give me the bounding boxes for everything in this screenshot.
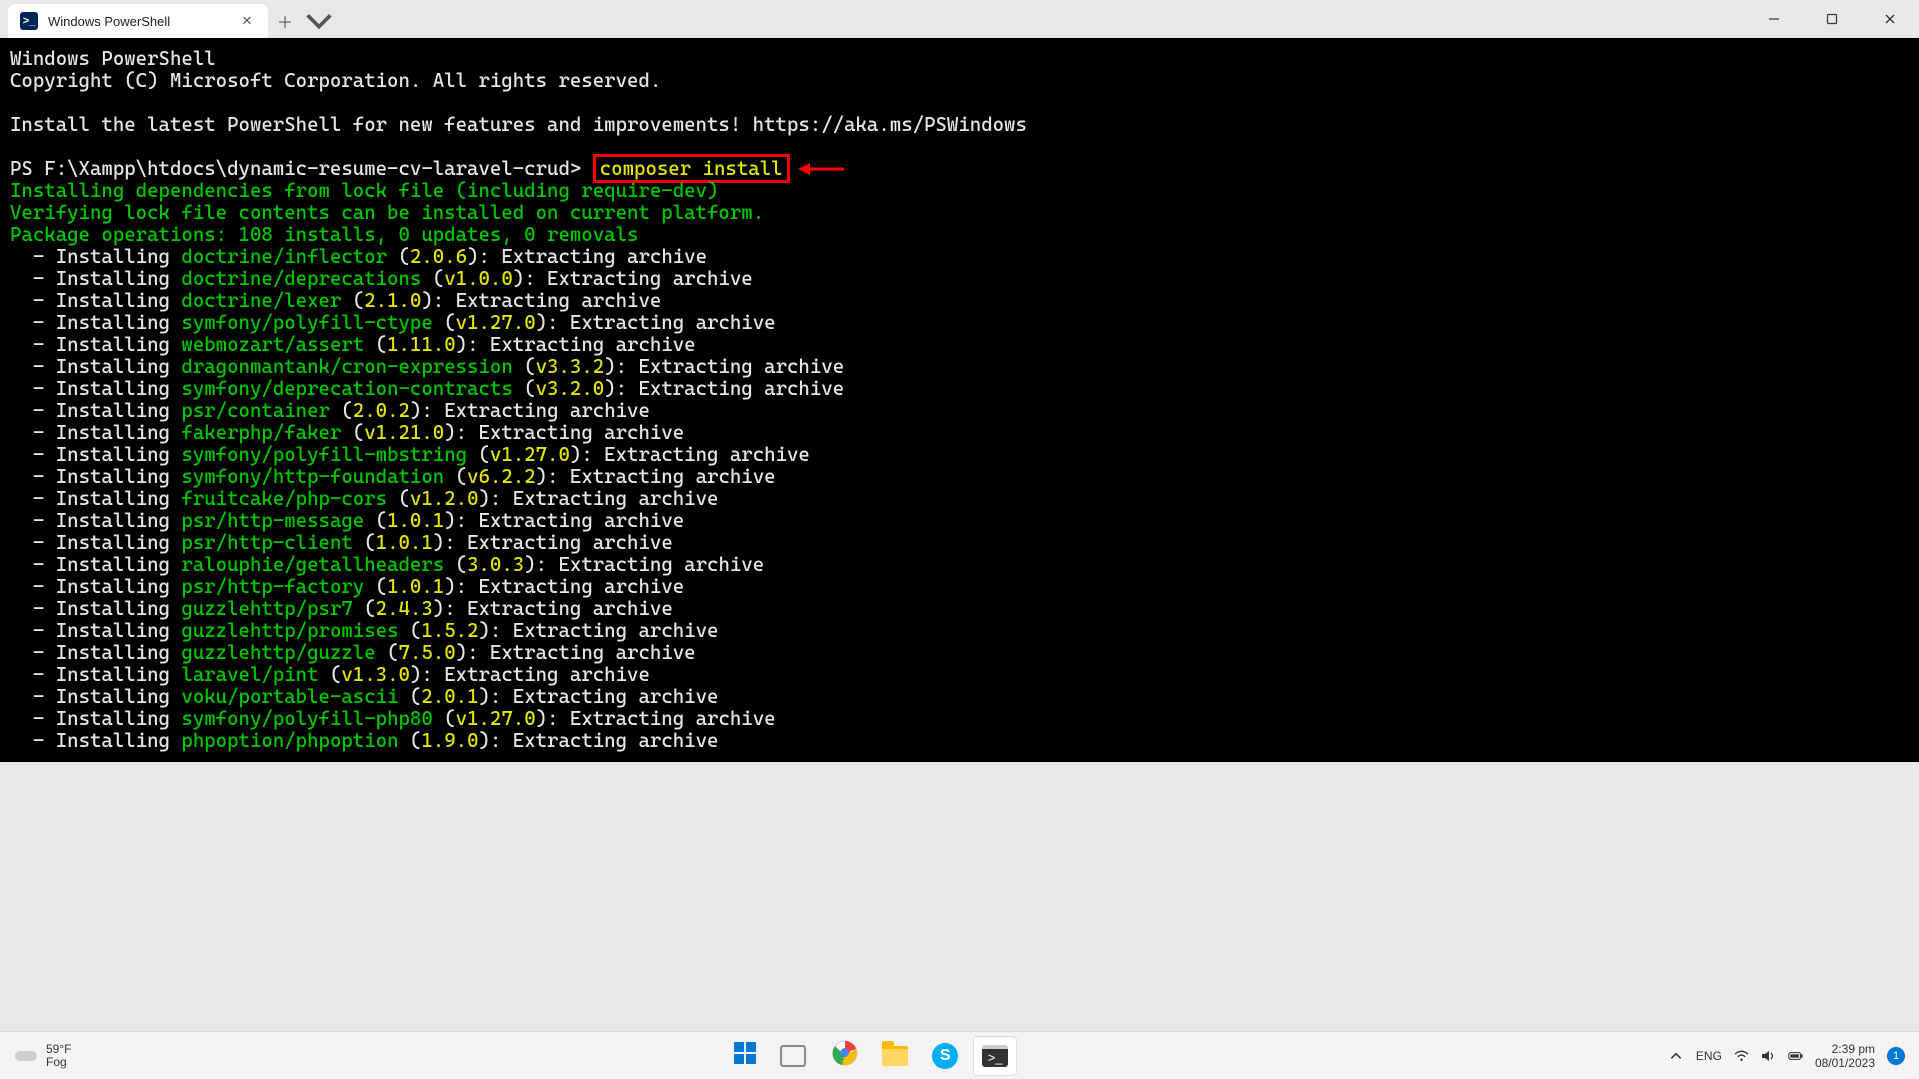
tray-chevron-icon[interactable] bbox=[1669, 1049, 1684, 1062]
ps-header-line1: Windows PowerShell bbox=[10, 47, 216, 70]
status-line-1: Installing dependencies from lock file (… bbox=[10, 179, 718, 202]
language-indicator[interactable]: ENG bbox=[1696, 1049, 1722, 1063]
file-explorer-app[interactable] bbox=[873, 1036, 917, 1076]
windows-taskbar: 59°F Fog S >_ E bbox=[0, 1031, 1919, 1079]
weather-temp: 59°F bbox=[46, 1043, 71, 1056]
package-install-list: - Installing doctrine/inflector (2.0.6):… bbox=[10, 246, 1909, 752]
tab-close-button[interactable]: ✕ bbox=[238, 12, 256, 30]
minimize-button[interactable] bbox=[1745, 0, 1803, 38]
tab-title: Windows PowerShell bbox=[48, 14, 228, 29]
new-tab-button[interactable]: ＋ bbox=[268, 4, 302, 38]
taskview-icon bbox=[784, 1047, 806, 1065]
annotation-arrow-icon bbox=[798, 160, 844, 182]
clock-time: 2:39 pm bbox=[1832, 1042, 1875, 1056]
battery-icon[interactable] bbox=[1788, 1049, 1803, 1062]
skype-icon: S bbox=[932, 1043, 958, 1069]
start-button[interactable] bbox=[723, 1036, 767, 1076]
clock-date: 08/01/2023 bbox=[1815, 1056, 1875, 1070]
fog-icon bbox=[14, 1047, 38, 1065]
chrome-app[interactable] bbox=[823, 1036, 867, 1076]
ps-header-line2: Copyright (C) Microsoft Corporation. All… bbox=[10, 69, 661, 92]
volume-icon[interactable] bbox=[1761, 1049, 1776, 1062]
maximize-button[interactable] bbox=[1803, 0, 1861, 38]
clock-widget[interactable]: 2:39 pm 08/01/2023 bbox=[1815, 1042, 1875, 1070]
status-line-3: Package operations: 108 installs, 0 upda… bbox=[10, 223, 638, 246]
weather-widget[interactable]: 59°F Fog bbox=[14, 1043, 71, 1069]
notification-badge[interactable]: 1 bbox=[1887, 1047, 1905, 1065]
chevron-down-icon bbox=[302, 4, 336, 38]
powershell-icon: >_ bbox=[20, 12, 38, 30]
wifi-icon[interactable] bbox=[1734, 1049, 1749, 1062]
command-text: composer install bbox=[600, 157, 783, 180]
terminal-output[interactable]: Windows PowerShell Copyright (C) Microso… bbox=[0, 38, 1919, 762]
window-titlebar: >_ Windows PowerShell ✕ ＋ bbox=[0, 0, 1919, 38]
weather-desc: Fog bbox=[46, 1056, 71, 1069]
ps-install-msg: Install the latest PowerShell for new fe… bbox=[10, 113, 1027, 136]
terminal-app[interactable]: >_ bbox=[973, 1036, 1017, 1076]
windows-logo-icon bbox=[733, 1041, 757, 1070]
terminal-tab[interactable]: >_ Windows PowerShell ✕ bbox=[8, 4, 268, 38]
close-button[interactable] bbox=[1861, 0, 1919, 38]
chrome-icon bbox=[832, 1040, 858, 1071]
folder-icon bbox=[882, 1046, 908, 1066]
tab-dropdown-button[interactable] bbox=[302, 4, 336, 38]
taskview-button[interactable] bbox=[773, 1036, 817, 1076]
terminal-icon: >_ bbox=[982, 1045, 1008, 1067]
skype-app[interactable]: S bbox=[923, 1036, 967, 1076]
status-line-2: Verifying lock file contents can be inst… bbox=[10, 201, 764, 224]
ps-prompt: PS F:\Xampp\htdocs\dynamic-resume-cv-lar… bbox=[10, 157, 581, 180]
